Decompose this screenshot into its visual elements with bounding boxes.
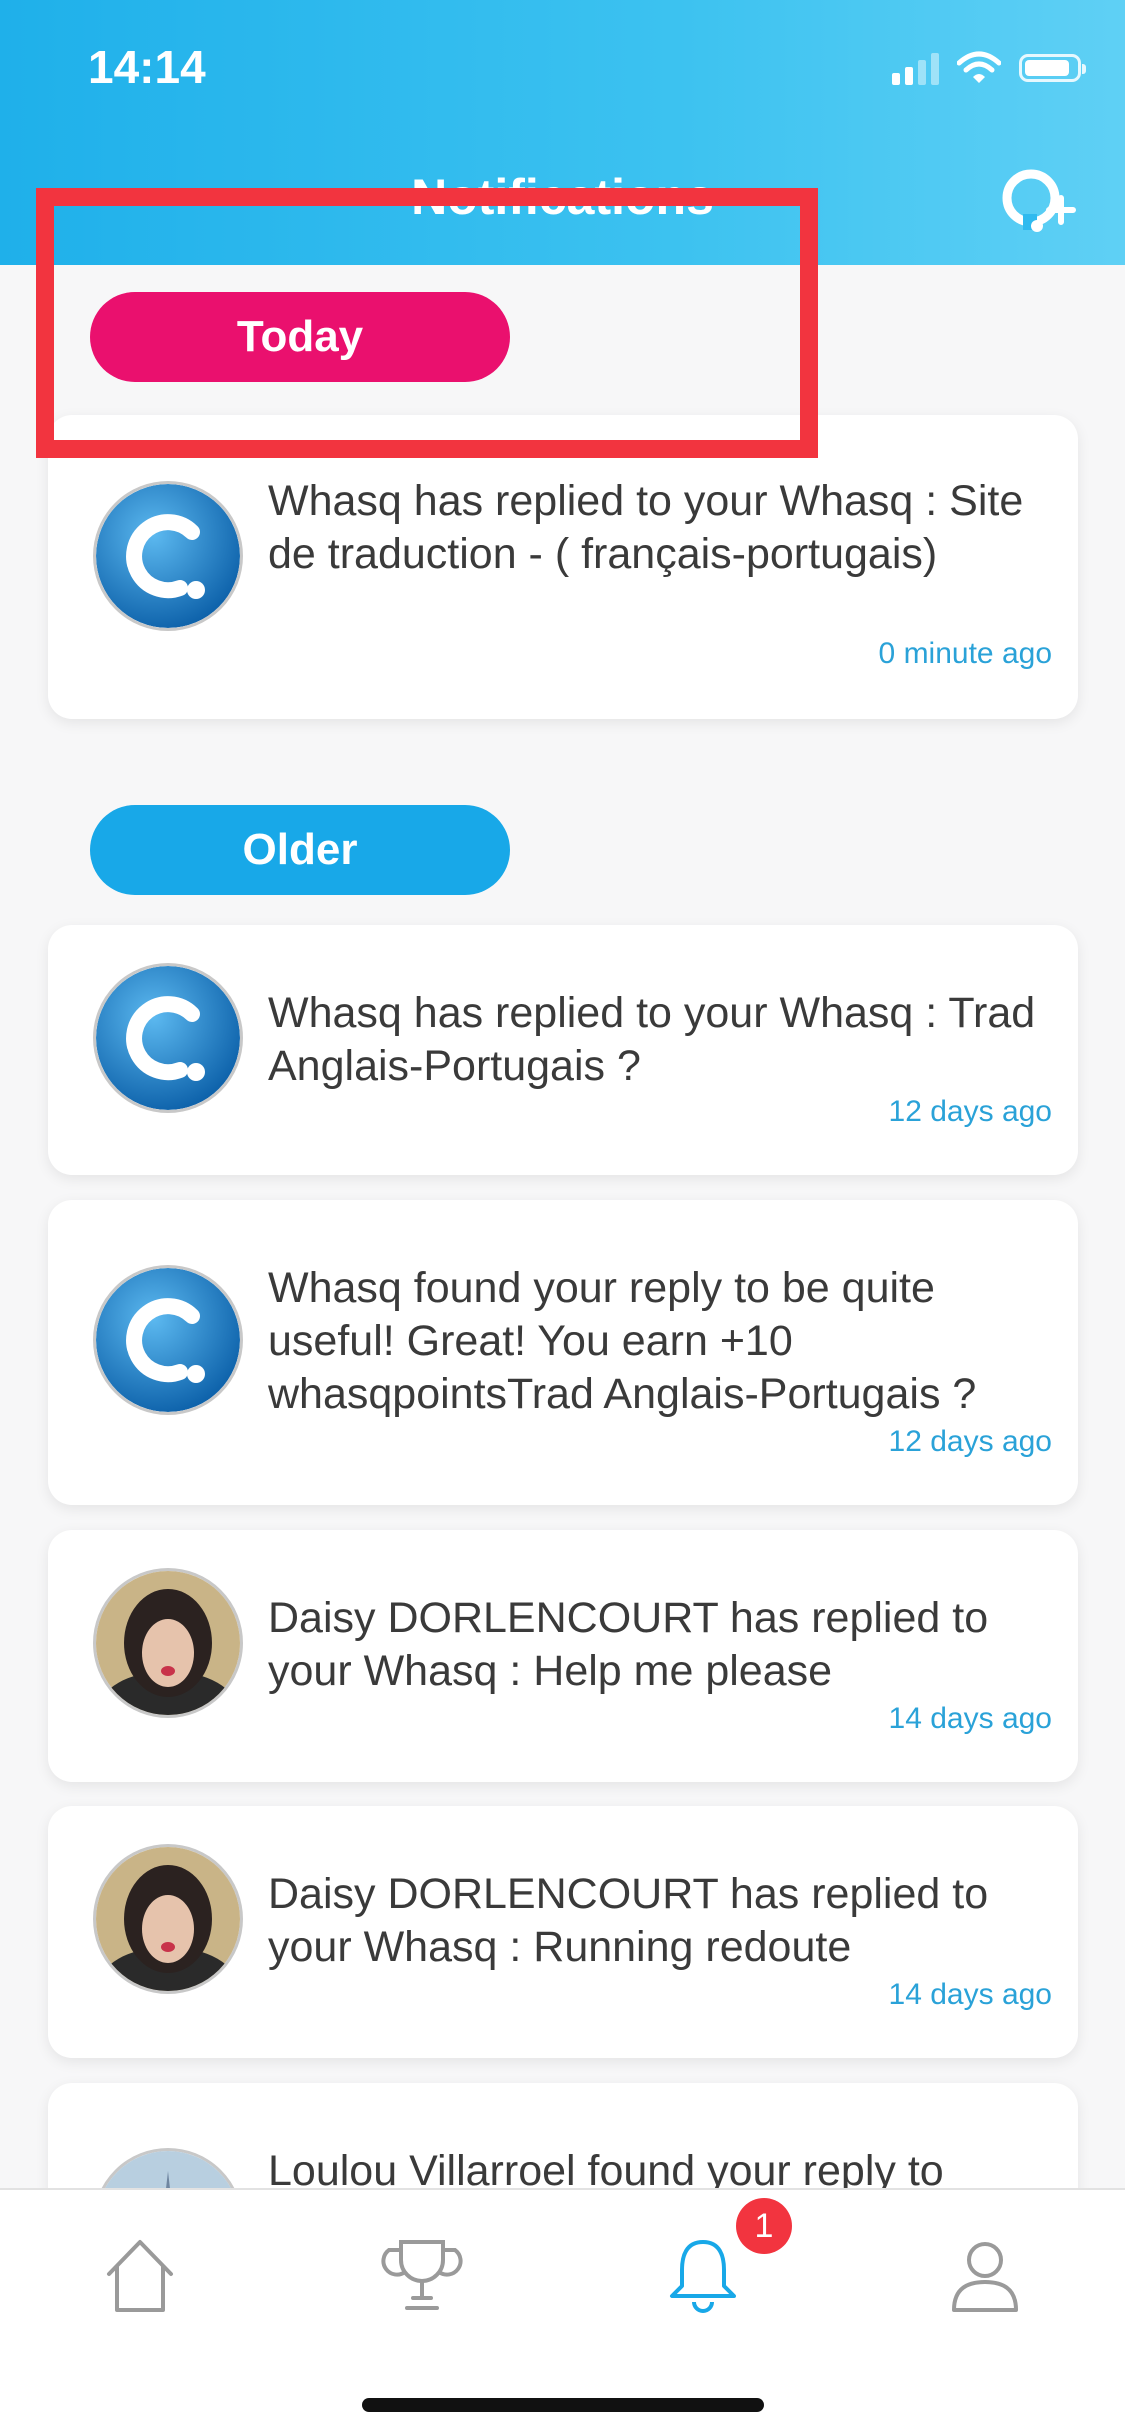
whasq-logo-avatar xyxy=(93,963,243,1113)
whasq-logo-avatar xyxy=(93,481,243,631)
notification-time: 0 minute ago xyxy=(878,637,1052,670)
notification-message: Whasq has replied to your Whasq : Trad A… xyxy=(268,989,1036,1090)
section-older-label: Older xyxy=(90,805,510,895)
profile-icon[interactable] xyxy=(940,2230,1030,2320)
bell-icon[interactable] xyxy=(658,2230,748,2320)
notification-message: Whasq has replied to your Whasq : Site d… xyxy=(268,477,1024,578)
wifi-icon xyxy=(957,51,1001,83)
status-time: 14:14 xyxy=(88,41,206,93)
notification-card[interactable]: Whasq has replied to your Whasq : Site d… xyxy=(48,415,1078,719)
notification-card[interactable]: Daisy DORLENCOURT has replied to your Wh… xyxy=(48,1530,1078,1782)
question-plus-icon[interactable] xyxy=(995,162,1085,242)
notification-message: Daisy DORLENCOURT has replied to your Wh… xyxy=(268,1594,989,1695)
notification-card[interactable]: Whasq found your reply to be quite usefu… xyxy=(48,1200,1078,1505)
cellular-signal-icon xyxy=(892,51,939,85)
page-title: Notifications xyxy=(411,169,714,225)
notification-badge: 1 xyxy=(736,2198,792,2254)
notification-time: 12 days ago xyxy=(888,1095,1052,1128)
user-avatar xyxy=(93,1568,243,1718)
app-header: 14:14 Notifications xyxy=(0,0,1125,265)
user-avatar xyxy=(93,1844,243,1994)
notification-time: 14 days ago xyxy=(888,1978,1052,2011)
status-indicators xyxy=(892,48,1086,88)
section-today-label: Today xyxy=(90,292,510,382)
notification-time: 14 days ago xyxy=(888,1702,1052,1735)
notification-time: 12 days ago xyxy=(888,1425,1052,1458)
notification-card[interactable]: Daisy DORLENCOURT has replied to your Wh… xyxy=(48,1806,1078,2058)
home-indicator[interactable] xyxy=(362,2398,764,2412)
whasq-logo-avatar xyxy=(93,1265,243,1415)
notification-message: Whasq found your reply to be quite usefu… xyxy=(268,1264,977,1418)
notification-card[interactable]: Whasq has replied to your Whasq : Trad A… xyxy=(48,925,1078,1175)
notification-message: Daisy DORLENCOURT has replied to your Wh… xyxy=(268,1870,989,1971)
trophy-icon[interactable] xyxy=(377,2230,467,2320)
battery-icon xyxy=(1019,54,1086,82)
home-icon[interactable] xyxy=(95,2230,185,2320)
notifications-screen: 14:14 Notifications Today Whasq has repl… xyxy=(0,0,1125,2436)
